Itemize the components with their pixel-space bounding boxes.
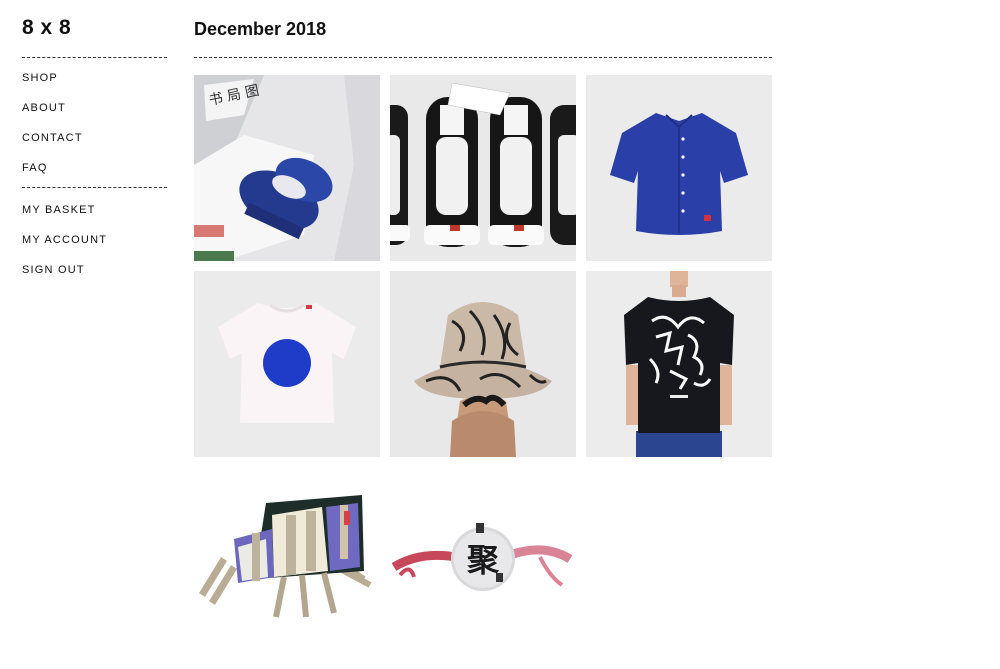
- nav-my-account[interactable]: MY ACCOUNT: [22, 225, 107, 255]
- product-image-blue-sneakers: 书 局 图: [194, 75, 380, 261]
- nav-my-basket[interactable]: MY BASKET: [22, 195, 107, 225]
- product-tile[interactable]: [194, 271, 380, 457]
- nav-faq[interactable]: FAQ: [22, 153, 83, 183]
- primary-nav: SHOP ABOUT CONTACT FAQ: [22, 63, 83, 183]
- nav-contact[interactable]: CONTACT: [22, 123, 83, 153]
- title-divider: [194, 57, 772, 58]
- nav-shop[interactable]: SHOP: [22, 63, 83, 93]
- page-title: December 2018: [194, 19, 327, 39]
- account-nav: MY BASKET MY ACCOUNT SIGN OUT: [22, 195, 107, 285]
- nav-about[interactable]: ABOUT: [22, 93, 83, 123]
- product-image-black-sneakers: [390, 75, 576, 261]
- site-logo[interactable]: 8 x 8: [22, 16, 71, 40]
- product-tile[interactable]: [390, 75, 576, 261]
- nav-sign-out[interactable]: SIGN OUT: [22, 255, 107, 285]
- sidebar-divider: [22, 187, 167, 188]
- product-image-blue-shirt: [586, 75, 772, 261]
- product-tile[interactable]: 书 局 图: [194, 75, 380, 261]
- product-image-bucket-hat: [390, 271, 576, 457]
- sidebar-divider: [22, 57, 167, 58]
- product-image-graphic-tshirt: [586, 271, 772, 457]
- product-tile[interactable]: [586, 75, 772, 261]
- product-tile[interactable]: 聚: [390, 467, 576, 653]
- product-image-round-bag: 聚: [390, 467, 576, 653]
- product-image-waist-bag: [194, 467, 380, 653]
- product-grid: 书 局 图 聚: [194, 75, 772, 653]
- product-image-dot-tshirt: [194, 271, 380, 457]
- product-tile[interactable]: [194, 467, 380, 653]
- svg-text:聚: 聚: [466, 541, 500, 579]
- product-tile[interactable]: [390, 271, 576, 457]
- product-tile[interactable]: [586, 271, 772, 457]
